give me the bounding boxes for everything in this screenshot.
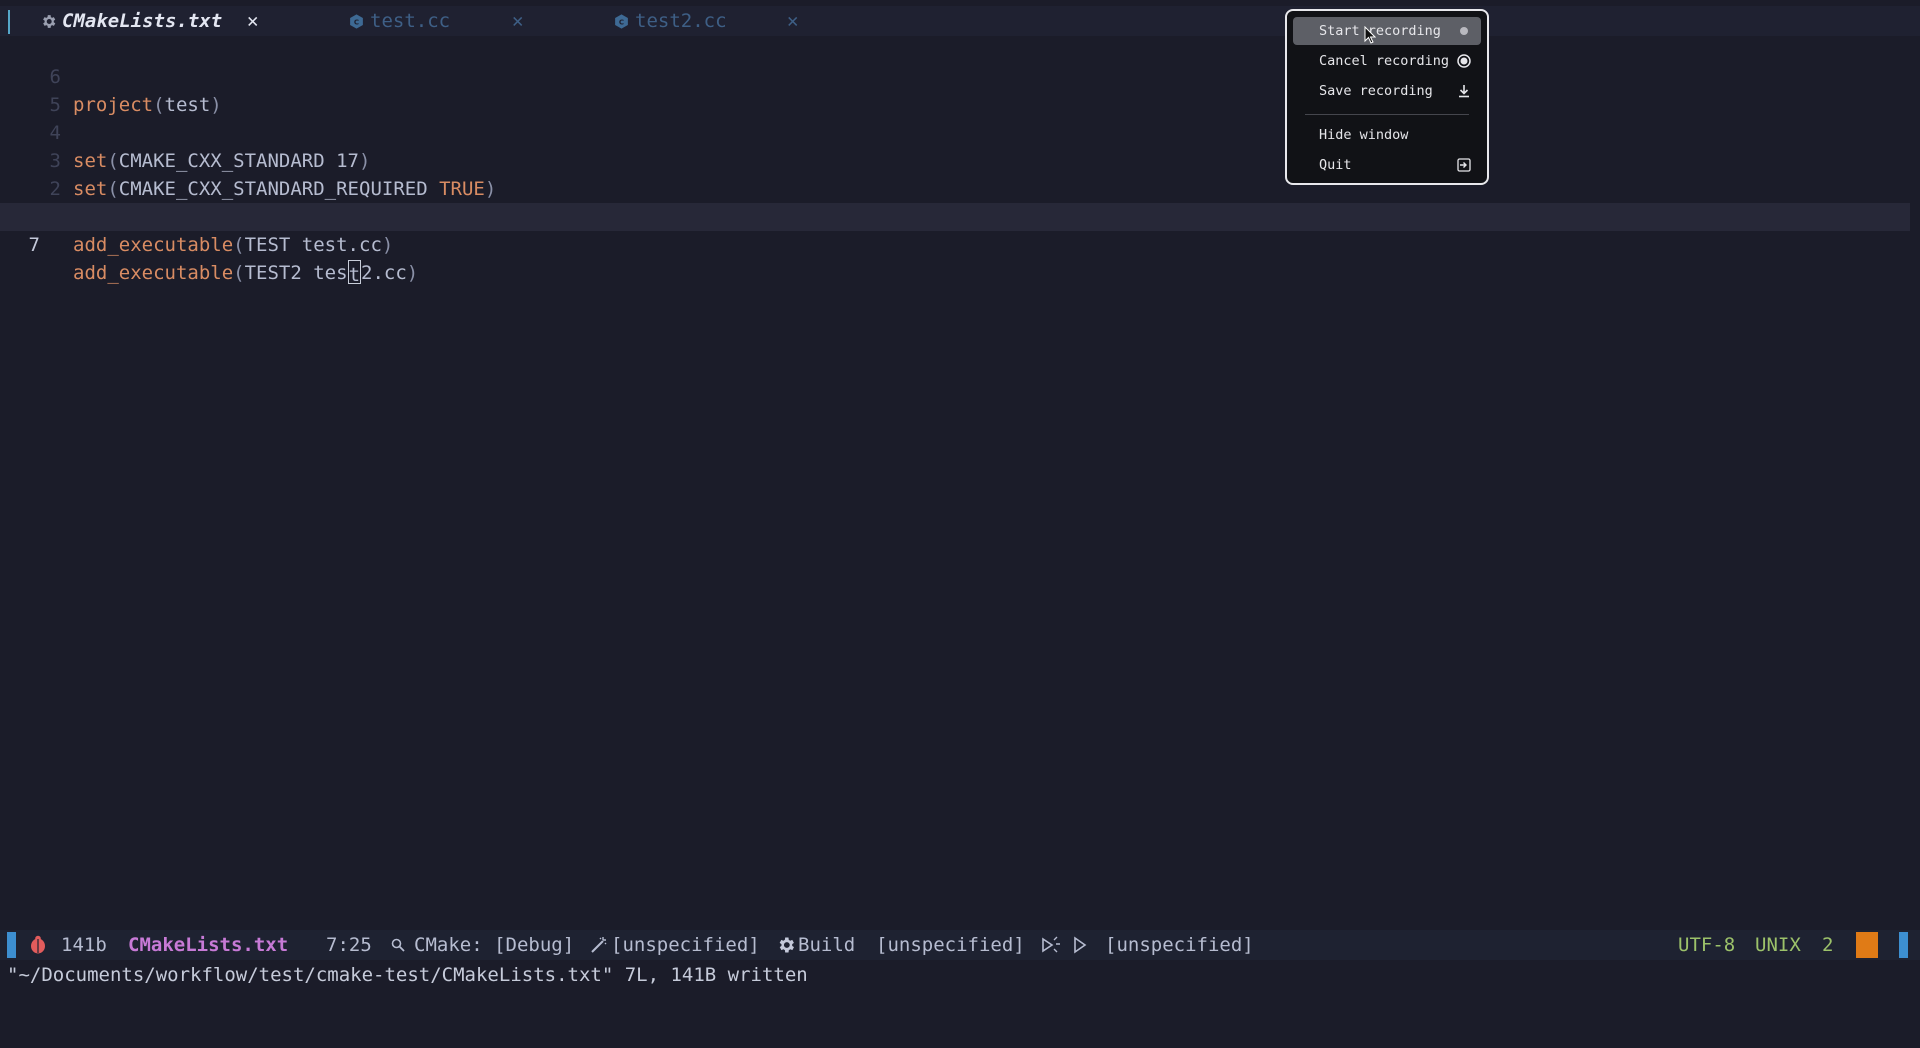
file-size: 141b: [61, 934, 107, 956]
code-paren-open: (: [233, 234, 245, 256]
menu-item-label: Hide window: [1319, 127, 1409, 143]
cpp-file-icon: C: [346, 11, 366, 31]
tab-test2-cc[interactable]: C test2.cc ✕: [611, 6, 798, 36]
cancel-recording-item[interactable]: Cancel recording: [1293, 47, 1481, 75]
run-icon[interactable]: [1072, 930, 1088, 963]
cursor-position: 7:25: [326, 934, 372, 956]
search-icon: [391, 930, 405, 961]
menu-item-label: Start recording: [1319, 23, 1441, 39]
save-recording-item[interactable]: Save recording: [1293, 77, 1481, 105]
tab-label: test.cc: [370, 10, 451, 32]
download-icon: [1457, 84, 1471, 98]
recording-menu: Start recording Cancel recording Save re…: [1285, 9, 1489, 185]
status-edge-left: [7, 932, 16, 958]
code-paren-close: ): [381, 234, 394, 256]
menu-separator: [1305, 114, 1469, 115]
tab-label: test2.cc: [635, 10, 727, 32]
hide-window-item[interactable]: Hide window: [1293, 121, 1481, 149]
code-function: add_executable: [73, 234, 234, 256]
code-function: add_executable: [73, 262, 234, 284]
debug-icon: [1040, 930, 1062, 964]
mode-indicator: [1856, 932, 1878, 958]
current-line-number: 7: [28, 234, 40, 256]
current-code-line[interactable]: 7 add_executable(TEST2 test2.cc): [0, 203, 1910, 286]
status-bar: 141b CMakeLists.txt 7:25 CMake: [Debug] …: [0, 930, 1920, 960]
build-button[interactable]: Build: [798, 930, 855, 960]
cmake-kit[interactable]: [unspecified]: [611, 930, 760, 960]
code-line[interactable]: 2: [0, 147, 1910, 200]
code-line[interactable]: 4 set(CMAKE_CXX_STANDARD 17): [0, 91, 1910, 172]
code-text: add_executable(TEST test.cc): [73, 231, 393, 259]
file-encoding: UTF-8: [1678, 934, 1736, 956]
code-line[interactable]: 1 add_executable(TEST test.cc): [0, 175, 1910, 256]
command-line-message: "~/Documents/workflow/test/cmake-test/CM…: [7, 964, 808, 986]
code-line[interactable]: 6 project(test): [0, 35, 1910, 116]
start-recording-item[interactable]: Start recording: [1293, 17, 1481, 45]
tab-bar: CMakeLists.txt ✕ C test.cc ✕ C test2.cc …: [0, 6, 1920, 36]
svg-text:C: C: [353, 17, 358, 26]
exit-icon: [1457, 158, 1471, 172]
bug-icon: [27, 930, 49, 965]
editor-window: CMakeLists.txt ✕ C test.cc ✕ C test2.cc …: [0, 0, 1920, 1048]
tab-close-button[interactable]: ✕: [787, 10, 798, 32]
active-tab-indicator: [8, 10, 10, 34]
code-paren-close: ): [406, 262, 419, 284]
record-dot-icon: [1457, 24, 1471, 38]
tab-close-button[interactable]: ✕: [247, 10, 258, 32]
tab-close-button[interactable]: ✕: [512, 10, 523, 32]
kit-wand-icon: [589, 930, 609, 964]
code-line[interactable]: 3 set(CMAKE_CXX_STANDARD_REQUIRED TRUE): [0, 119, 1910, 200]
cancel-record-icon: [1457, 54, 1471, 68]
status-edge-right: [1899, 932, 1908, 958]
menu-item-label: Quit: [1319, 157, 1352, 173]
file-format: UNIX: [1755, 934, 1801, 956]
tab-test-cc[interactable]: C test.cc ✕: [346, 6, 523, 36]
build-target[interactable]: [unspecified]: [876, 930, 1025, 960]
mouse-cursor-icon: [1364, 25, 1377, 48]
code-line[interactable]: 5: [0, 63, 1910, 116]
quit-item[interactable]: Quit: [1293, 151, 1481, 179]
code-text: add_executable(TEST2 test2.cc): [73, 259, 418, 287]
svg-text:C: C: [618, 17, 623, 26]
status-filename: CMakeLists.txt: [128, 934, 289, 956]
gear-icon: [776, 930, 796, 964]
text-cursor: t: [347, 260, 362, 286]
gear-icon: [38, 11, 58, 31]
menu-item-label: Save recording: [1319, 83, 1433, 99]
code-args: TEST2 tes: [244, 262, 348, 284]
code-args: TEST test.cc: [244, 234, 382, 256]
code-args: 2.cc: [361, 262, 407, 284]
code-paren-open: (: [233, 262, 245, 284]
run-target[interactable]: [unspecified]: [1105, 930, 1254, 960]
cpp-file-icon: C: [611, 11, 631, 31]
cmake-preset[interactable]: CMake: [Debug]: [414, 930, 574, 960]
indent-size: 2: [1822, 934, 1834, 956]
menu-item-label: Cancel recording: [1319, 53, 1450, 69]
tab-cmakelists[interactable]: CMakeLists.txt ✕: [38, 6, 258, 36]
tab-label: CMakeLists.txt: [62, 10, 223, 32]
